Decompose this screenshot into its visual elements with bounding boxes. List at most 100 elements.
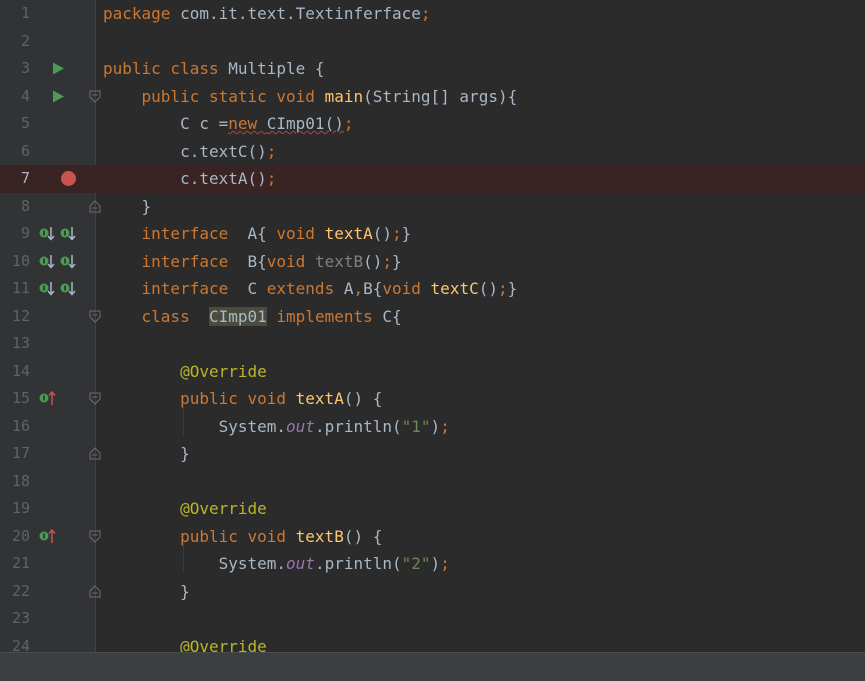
run-gutter-icon[interactable] xyxy=(52,55,66,83)
code-token: ) xyxy=(430,416,441,436)
line-number: 17 xyxy=(11,444,30,462)
code-text[interactable]: @Override xyxy=(103,495,267,523)
code-token: B{ xyxy=(363,279,383,298)
code-line[interactable]: 11 interface C extends A,B{void textC();… xyxy=(0,275,865,303)
code-token: main xyxy=(324,86,364,106)
code-token: } xyxy=(103,196,152,216)
code-line[interactable]: 18 xyxy=(0,468,865,496)
code-token: public static void xyxy=(141,86,325,106)
code-token: void xyxy=(382,279,431,298)
overrides-method-gutter-icon[interactable] xyxy=(38,385,60,413)
code-token: ; xyxy=(420,4,431,23)
code-line[interactable]: 1 package com.it.text.Textinferface; xyxy=(0,0,865,28)
code-token: public void xyxy=(180,526,296,546)
code-line[interactable]: 19 @Override xyxy=(0,495,865,523)
code-line[interactable]: 21 System.out.println("2"); xyxy=(0,550,865,578)
code-text[interactable]: @Override xyxy=(103,633,267,653)
code-text[interactable]: C c =new CImp01(); xyxy=(103,110,353,138)
code-token: textB xyxy=(295,526,344,546)
code-text[interactable]: System.out.println("1"); xyxy=(103,413,450,441)
code-text[interactable]: interface C extends A,B{void textC();} xyxy=(103,275,518,303)
code-line[interactable]: 9 interface A{ void textA();} xyxy=(0,220,865,248)
code-line[interactable]: 2 xyxy=(0,28,865,56)
code-token: @Override xyxy=(180,636,267,653)
implemented-gutter-icon[interactable] xyxy=(38,220,80,248)
code-text[interactable]: interface B{void textB();} xyxy=(103,248,402,276)
code-token: } xyxy=(401,224,412,243)
code-text[interactable]: public static void main(String[] args){ xyxy=(103,83,518,111)
line-number: 1 xyxy=(20,4,30,22)
code-token: () xyxy=(478,279,498,298)
code-line[interactable]: 23 xyxy=(0,605,865,633)
code-token: void xyxy=(276,224,325,243)
code-token: () { xyxy=(343,526,383,546)
code-line[interactable]: 4 public static void main(String[] args)… xyxy=(0,83,865,111)
code-text[interactable]: public void textA() { xyxy=(103,385,382,413)
code-token: .println( xyxy=(314,416,402,436)
code-token: System. xyxy=(103,416,287,436)
code-text[interactable]: } xyxy=(103,193,152,221)
code-lines: 1 package com.it.text.Textinferface; 2 3 pub… xyxy=(0,0,865,652)
code-token: .println( xyxy=(314,554,402,573)
line-number: 5 xyxy=(20,114,30,132)
code-editor[interactable]: 1 package com.it.text.Textinferface; 2 3 pub… xyxy=(0,0,865,652)
code-text[interactable]: package com.it.text.Textinferface; xyxy=(103,0,431,28)
code-line[interactable]: 6 c.textC(); xyxy=(0,138,865,166)
code-token: "1" xyxy=(401,416,431,436)
run-gutter-icon[interactable] xyxy=(52,83,66,111)
code-line[interactable]: 8 } xyxy=(0,193,865,221)
code-token: () xyxy=(363,251,383,271)
line-number: 16 xyxy=(11,416,30,435)
code-text[interactable]: c.textA(); xyxy=(103,165,276,193)
overrides-method-gutter-icon[interactable] xyxy=(38,523,60,551)
code-line[interactable]: 22 } xyxy=(0,578,865,606)
code-text[interactable]: } xyxy=(103,578,190,606)
code-line[interactable]: 13 xyxy=(0,330,865,358)
code-line[interactable]: 10 interface B{void textB();} xyxy=(0,248,865,276)
code-text[interactable]: c.textC(); xyxy=(103,138,276,166)
code-text[interactable]: public void textB() { xyxy=(103,523,382,551)
code-text[interactable]: @Override xyxy=(103,358,267,386)
line-number: 6 xyxy=(20,141,30,160)
fold-marker-icon[interactable] xyxy=(89,303,101,331)
code-line[interactable]: 7 c.textA(); xyxy=(0,165,865,193)
line-number: 7 xyxy=(20,169,30,187)
code-token: new xyxy=(228,114,267,133)
code-token: A{ xyxy=(247,224,277,243)
code-line[interactable]: 16 System.out.println("1"); xyxy=(0,413,865,441)
code-token: textC xyxy=(199,141,248,161)
line-number: 2 xyxy=(20,31,30,50)
code-token: ; xyxy=(392,224,402,243)
code-line[interactable]: 15 public void textA() { xyxy=(0,385,865,413)
code-text[interactable]: class CImp01 implements C{ xyxy=(103,303,402,331)
implemented-gutter-icon[interactable] xyxy=(38,275,80,303)
code-line[interactable]: 5 C c =new CImp01(); xyxy=(0,110,865,138)
code-line[interactable]: 17 } xyxy=(0,440,865,468)
breakpoint-icon[interactable] xyxy=(60,165,77,193)
implemented-gutter-icon[interactable] xyxy=(38,248,80,276)
code-token: } xyxy=(507,279,518,298)
indent-guide xyxy=(183,405,184,435)
code-text[interactable]: } xyxy=(103,440,190,468)
code-token: (String[] args){ xyxy=(363,86,518,106)
code-text[interactable]: System.out.println("2"); xyxy=(103,550,450,578)
fold-region-guide xyxy=(95,542,96,586)
code-text[interactable]: public class Multiple { xyxy=(103,55,325,83)
code-token: ; xyxy=(382,251,393,271)
code-line[interactable]: 20 public void textB() { xyxy=(0,523,865,551)
code-line[interactable]: 14 @Override xyxy=(0,358,865,386)
code-token: C{ xyxy=(382,306,402,326)
line-number: 12 xyxy=(11,306,30,325)
code-line[interactable]: 12 class CImp01 implements C{ xyxy=(0,303,865,331)
code-text[interactable]: interface A{ void textA();} xyxy=(103,220,412,248)
code-token: ; xyxy=(440,416,450,436)
code-line[interactable]: 24 @Override xyxy=(0,633,865,653)
code-token: public void xyxy=(180,389,296,408)
code-line[interactable]: 3 public class Multiple { xyxy=(0,55,865,83)
code-token: class xyxy=(141,306,209,326)
